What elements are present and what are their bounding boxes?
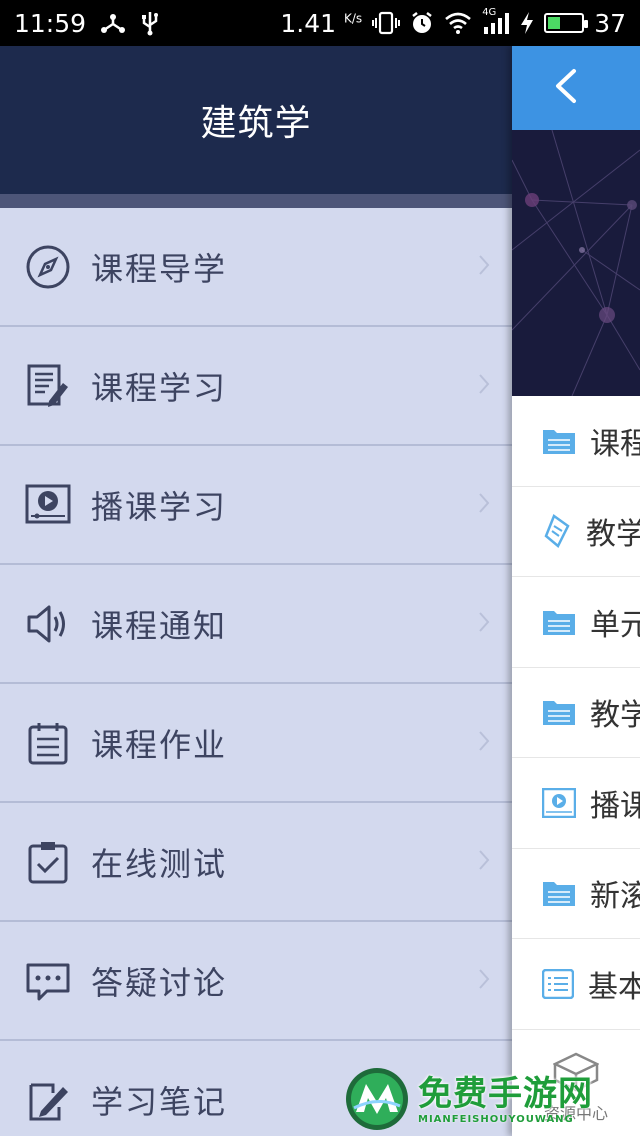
drawer-header: 建筑学 [0,46,512,194]
menu-item-label: 课程通知 [91,606,228,645]
menu-item-label: 课程导学 [91,249,228,288]
chevron-right-icon [478,254,490,280]
wifi-icon [444,12,472,34]
chevron-right-icon [478,968,490,994]
list-item-label: 教学 [586,517,640,553]
list-item-label: 教学 [590,698,640,734]
status-time: 11:59 [14,8,87,38]
chevron-right-icon [478,611,490,637]
drawer-divider [0,194,512,208]
speaker-icon [24,600,72,648]
top-app-bar [512,46,640,130]
battery-level [548,17,561,29]
vibrate-icon [372,11,401,35]
menu-item-course-notice[interactable]: 课程通知 [0,565,512,684]
menu-item-label: 学习笔记 [91,1082,228,1121]
battery-percent: 37 [594,8,626,38]
menu-item-label: 播课学习 [91,487,228,526]
menu-item-label: 课程作业 [91,725,228,764]
menu-item-course-homework[interactable]: 课程作业 [0,684,512,803]
list-item-label: 新滚 [590,879,640,915]
note-pencil-icon [24,1076,72,1124]
chevron-right-icon [478,373,490,399]
clipboard-check-icon [24,838,72,886]
watermark-title: 免费手游网 [418,1073,593,1114]
menu-item-label: 在线测试 [91,844,228,883]
watermark-logo [346,1068,408,1130]
main-content-panel: 课程 教学 单元 教学 播课 新滚 基本 资源中心 [512,46,640,1136]
status-bar: 11:59 1.41 K/s 4G 37 [0,0,640,46]
chevron-right-icon [478,849,490,875]
battery-icon [544,13,589,33]
banner-image [512,130,640,396]
list-item[interactable]: 新滚 [512,849,640,939]
chevron-right-icon [478,492,490,518]
chevron-right-icon [478,730,490,756]
list-item[interactable]: 基本 [512,939,640,1030]
watermark: 免费手游网 MIANFEISHOUYOUWANG [344,1062,640,1136]
network-speed: 1.41 K/s [280,8,363,38]
list-icon [542,966,574,1002]
chat-bubble-icon [24,957,72,1005]
menu-item-online-test[interactable]: 在线测试 [0,803,512,922]
document-edit-icon [24,362,72,410]
share-icon [100,11,126,35]
list-item[interactable]: 教学 [512,668,640,758]
folder-icon [542,423,576,459]
folder-icon [542,694,576,730]
list-item[interactable]: 课程 [512,396,640,487]
list-item[interactable]: 教学 [512,487,640,577]
list-item-label: 课程 [590,426,640,462]
menu-item-course-guide[interactable]: 课程导学 [0,208,512,327]
scroll-icon [542,513,572,549]
folder-icon [542,875,576,911]
watermark-subtitle: MIANFEISHOUYOUWANG [418,1113,574,1125]
menu-item-qa-discussion[interactable]: 答疑讨论 [0,922,512,1041]
menu-item-video-study[interactable]: 播课学习 [0,446,512,565]
menu-item-label: 课程学习 [91,368,228,407]
charging-icon [520,11,534,35]
list-item-label: 单元 [590,607,640,643]
alarm-icon [410,11,434,35]
list-item-label: 播课 [590,788,640,824]
clipboard-list-icon [24,719,72,767]
drawer-title: 建筑学 [200,103,312,144]
signal-icon: 4G [482,7,510,35]
chevron-left-icon[interactable] [552,68,578,108]
navigation-drawer: 建筑学 课程导学 课程学习 播课学习 课程通知 课程作业 在线测试 答疑讨论 学… [0,46,512,1136]
list-item[interactable]: 单元 [512,577,640,668]
list-item[interactable]: 播课 [512,758,640,849]
video-play-icon [542,785,576,821]
list-item-label: 基本 [588,969,640,1005]
menu-item-label: 答疑讨论 [91,963,228,1002]
video-play-icon [24,481,72,529]
folder-icon [542,604,576,640]
menu-item-course-study[interactable]: 课程学习 [0,327,512,446]
usb-icon [140,10,160,36]
compass-icon [24,243,72,291]
